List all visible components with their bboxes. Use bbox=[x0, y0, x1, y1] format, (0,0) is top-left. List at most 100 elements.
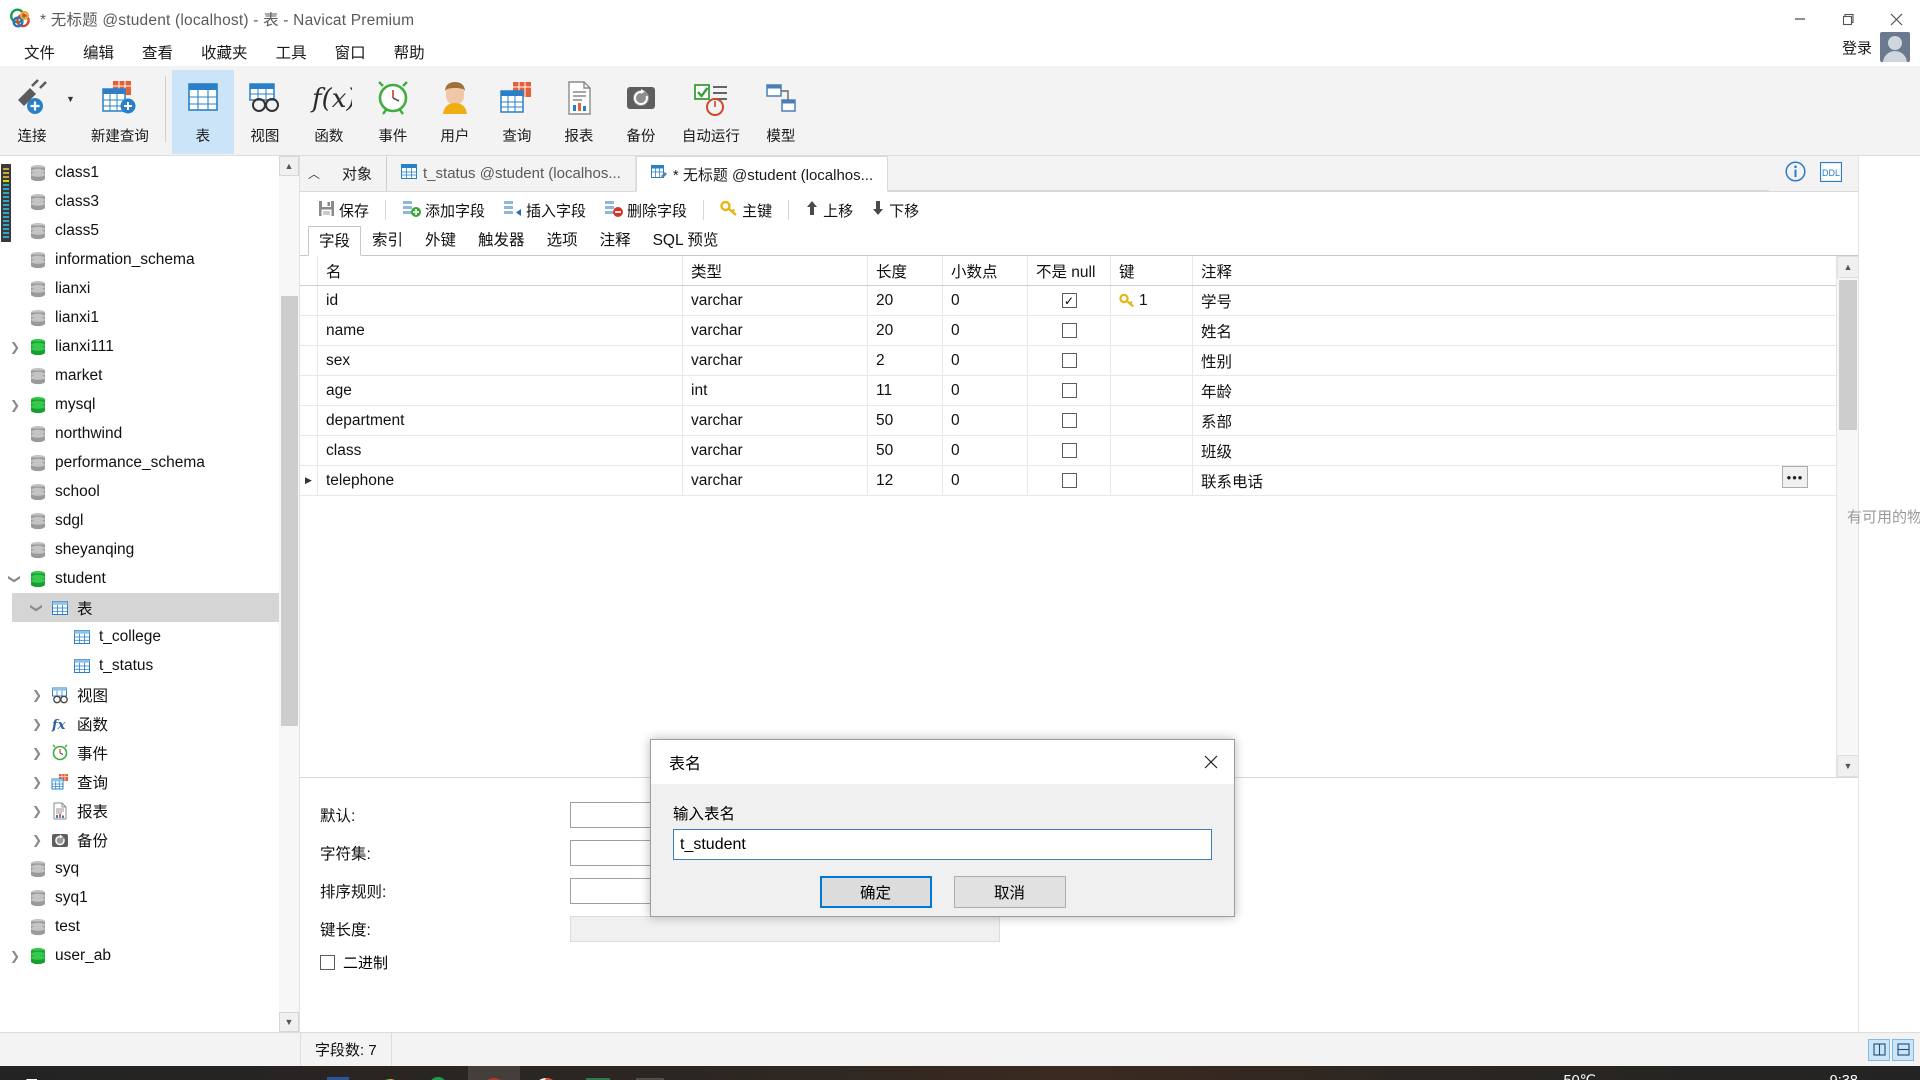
app-red-icon[interactable]: NS bbox=[468, 1066, 520, 1080]
cell-comment[interactable]: 姓名 bbox=[1193, 316, 1836, 345]
table-row[interactable]: age int 11 0 年龄 bbox=[300, 376, 1836, 406]
tree-item-test[interactable]: test bbox=[0, 912, 299, 941]
subtab-0[interactable]: 字段 bbox=[308, 226, 362, 256]
menu-edit[interactable]: 编辑 bbox=[69, 38, 128, 66]
grid-scroll-down-button[interactable]: ▼ bbox=[1837, 755, 1858, 777]
cell-comment[interactable]: 联系电话 bbox=[1193, 466, 1836, 495]
subtab-5[interactable]: 注释 bbox=[589, 225, 642, 255]
chevron-right-icon[interactable]: ❯ bbox=[26, 688, 48, 702]
tab-untitled-design[interactable]: * 无标题 @student (localhos... bbox=[635, 156, 889, 192]
cell-key[interactable] bbox=[1111, 466, 1193, 495]
search-icon[interactable] bbox=[52, 1066, 104, 1080]
firefox-icon[interactable] bbox=[364, 1066, 416, 1080]
column-header-comment[interactable]: 注释 bbox=[1193, 256, 1836, 285]
tree-item-mysql[interactable]: ❯ mysql bbox=[0, 390, 299, 419]
clock-widget[interactable]: 9:38 2020/7/1 bbox=[1816, 1073, 1872, 1080]
checkbox-unchecked-icon[interactable] bbox=[1061, 383, 1077, 398]
cell-key[interactable] bbox=[1111, 436, 1193, 465]
design-sub-tabs[interactable]: 字段 索引 外键 触发器 选项 注释 SQL 预览 bbox=[300, 225, 1858, 256]
chevron-right-icon[interactable]: ❯ bbox=[26, 804, 48, 818]
chrome-icon[interactable] bbox=[520, 1066, 572, 1080]
explorer-icon[interactable] bbox=[208, 1066, 260, 1080]
field-grid[interactable]: 名 类型 长度 小数点 不是 null 键 注释 id varchar 20 0 ✓ 1 学… bbox=[300, 256, 1836, 777]
tree-item-sheyanqing[interactable]: sheyanqing bbox=[0, 535, 299, 564]
tree-item-[interactable]: ❯ fx 函数 bbox=[0, 709, 299, 738]
move-down-button[interactable]: 下移 bbox=[863, 197, 927, 224]
database-tree[interactable]: class1 class3 class5 information_schema lian… bbox=[0, 156, 299, 970]
tree-item-[interactable]: ❯ 视图 bbox=[0, 680, 299, 709]
login-label[interactable]: 登录 bbox=[1842, 37, 1872, 58]
cell-field-name[interactable]: name bbox=[318, 316, 683, 345]
cell-key[interactable] bbox=[1111, 316, 1193, 345]
pycharm-icon[interactable]: PC bbox=[572, 1066, 624, 1080]
checkbox-checked-icon[interactable]: ✓ bbox=[1061, 293, 1077, 308]
menu-help[interactable]: 帮助 bbox=[380, 38, 439, 66]
tree-item-[interactable]: ❯ 备份 bbox=[0, 825, 299, 854]
subtab-1[interactable]: 索引 bbox=[361, 225, 414, 255]
column-header-length[interactable]: 长度 bbox=[868, 256, 943, 285]
navicat-icon[interactable] bbox=[416, 1066, 468, 1080]
ribbon-view[interactable]: 视图 bbox=[234, 70, 296, 154]
cell-key[interactable]: 1 bbox=[1111, 286, 1193, 315]
menu-favorites[interactable]: 收藏夹 bbox=[187, 38, 262, 66]
cell-comment[interactable]: 年龄 bbox=[1193, 376, 1836, 405]
move-up-button[interactable]: 上移 bbox=[797, 197, 861, 224]
cell-field-type[interactable]: varchar bbox=[683, 436, 868, 465]
cancel-button[interactable]: 取消 bbox=[953, 876, 1066, 908]
cell-field-name[interactable]: sex bbox=[318, 346, 683, 375]
sidebar-scrollbar-track[interactable] bbox=[279, 176, 299, 1012]
tree-item-user_ab[interactable]: ❯ user_ab bbox=[0, 941, 299, 970]
tree-item-northwind[interactable]: northwind bbox=[0, 419, 299, 448]
sidebar-scroll-down-button[interactable]: ▼ bbox=[279, 1012, 299, 1032]
cell-field-length[interactable]: 12 bbox=[868, 466, 943, 495]
cell-field-decimals[interactable]: 0 bbox=[943, 406, 1028, 435]
checkbox-unchecked-icon[interactable] bbox=[1061, 323, 1077, 338]
chevron-right-icon[interactable]: ❯ bbox=[26, 746, 48, 760]
cell-not-null[interactable] bbox=[1028, 376, 1111, 405]
cell-field-length[interactable]: 50 bbox=[868, 406, 943, 435]
cell-field-type[interactable]: varchar bbox=[683, 406, 868, 435]
table-name-input[interactable] bbox=[673, 829, 1212, 860]
tree-item-lianxi111[interactable]: ❯ lianxi111 bbox=[0, 332, 299, 361]
cell-field-length[interactable]: 50 bbox=[868, 436, 943, 465]
chevron-down-icon[interactable]: ❯ bbox=[30, 597, 44, 619]
ddl-icon[interactable]: DDL bbox=[1819, 161, 1843, 186]
minimize-button[interactable] bbox=[1776, 0, 1824, 38]
cell-field-type[interactable]: int bbox=[683, 376, 868, 405]
login-area[interactable]: 登录 bbox=[1842, 32, 1910, 62]
ribbon-report[interactable]: 报表 bbox=[548, 70, 610, 154]
grid-scrollbar-thumb[interactable] bbox=[1839, 280, 1857, 430]
cell-field-type[interactable]: varchar bbox=[683, 316, 868, 345]
cell-field-decimals[interactable]: 0 bbox=[943, 466, 1028, 495]
insert-field-button[interactable]: 插入字段 bbox=[495, 197, 594, 224]
cell-not-null[interactable] bbox=[1028, 406, 1111, 435]
delete-field-button[interactable]: 删除字段 bbox=[596, 197, 695, 224]
checkbox-unchecked-icon[interactable] bbox=[320, 955, 335, 970]
cell-field-decimals[interactable]: 0 bbox=[943, 286, 1028, 315]
tree-item-class5[interactable]: class5 bbox=[0, 216, 299, 245]
checkbox-unchecked-icon[interactable] bbox=[1061, 413, 1077, 428]
menu-view[interactable]: 查看 bbox=[128, 38, 187, 66]
menu-tools[interactable]: 工具 bbox=[262, 38, 321, 66]
save-button[interactable]: 保存 bbox=[310, 197, 377, 224]
tree-item-class1[interactable]: class1 bbox=[0, 158, 299, 187]
tree-item-school[interactable]: school bbox=[0, 477, 299, 506]
edge-icon[interactable] bbox=[260, 1066, 312, 1080]
subtab-2[interactable]: 外键 bbox=[414, 225, 467, 255]
column-header-name[interactable]: 名 bbox=[318, 256, 683, 285]
cell-field-type[interactable]: varchar bbox=[683, 466, 868, 495]
cell-field-type[interactable]: varchar bbox=[683, 286, 868, 315]
subtab-3[interactable]: 触发器 bbox=[467, 225, 536, 255]
chevron-down-icon[interactable]: ❯ bbox=[8, 568, 22, 590]
checkbox-unchecked-icon[interactable] bbox=[1061, 353, 1077, 368]
cell-key[interactable] bbox=[1111, 346, 1193, 375]
column-header-key[interactable]: 键 bbox=[1111, 256, 1193, 285]
cell-not-null[interactable] bbox=[1028, 346, 1111, 375]
tree-item-class3[interactable]: class3 bbox=[0, 187, 299, 216]
cell-comment[interactable]: 性别 bbox=[1193, 346, 1836, 375]
info-icon[interactable] bbox=[1785, 161, 1806, 186]
cell-not-null[interactable] bbox=[1028, 436, 1111, 465]
cell-field-length[interactable]: 20 bbox=[868, 286, 943, 315]
tree-item-market[interactable]: market bbox=[0, 361, 299, 390]
cell-not-null[interactable]: ✓ bbox=[1028, 286, 1111, 315]
